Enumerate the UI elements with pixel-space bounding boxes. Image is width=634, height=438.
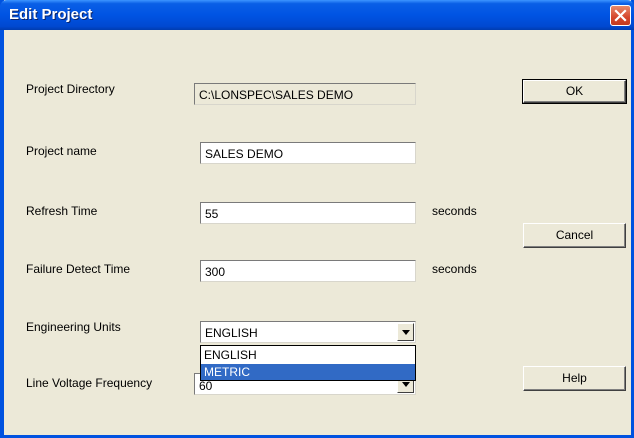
refresh-time-field[interactable]: 55 <box>200 202 416 224</box>
close-button[interactable] <box>610 5 631 26</box>
engineering-units-value: ENGLISH <box>205 326 258 340</box>
failure-detect-time-label: Failure Detect Time <box>26 262 131 276</box>
chevron-down-icon <box>402 330 410 335</box>
title-bar[interactable]: Edit Project <box>0 0 634 30</box>
failure-detect-time-unit: seconds <box>432 262 477 276</box>
failure-detect-time-field[interactable]: 300 <box>200 260 416 282</box>
refresh-time-unit: seconds <box>432 204 477 218</box>
project-name-field[interactable]: SALES DEMO <box>200 142 416 164</box>
engineering-units-select[interactable]: ENGLISH <box>200 321 416 343</box>
engineering-units-dropdown-list: ENGLISH METRIC <box>200 345 416 381</box>
line-voltage-frequency-label: Line Voltage Frequency <box>26 376 153 390</box>
engineering-units-dropdown-button[interactable] <box>397 323 414 341</box>
project-directory-field: C:\LONSPEC\SALES DEMO <box>194 83 416 105</box>
window-title: Edit Project <box>9 6 93 23</box>
refresh-time-label: Refresh Time <box>26 204 98 218</box>
dropdown-option-metric[interactable]: METRIC <box>201 364 415 380</box>
project-name-label: Project name <box>26 144 97 158</box>
chevron-down-icon <box>402 382 410 387</box>
close-icon <box>614 9 627 22</box>
line-voltage-frequency-value: 60 <box>199 379 213 393</box>
engineering-units-label: Engineering Units <box>26 320 121 334</box>
edit-project-dialog: Edit Project Project Directory C:\LONSPE… <box>0 0 634 438</box>
cancel-button[interactable]: Cancel <box>523 223 626 248</box>
project-directory-label: Project Directory <box>26 82 115 96</box>
ok-button[interactable]: OK <box>522 79 627 104</box>
dropdown-option-english[interactable]: ENGLISH <box>201 347 415 363</box>
help-button[interactable]: Help <box>523 366 626 391</box>
